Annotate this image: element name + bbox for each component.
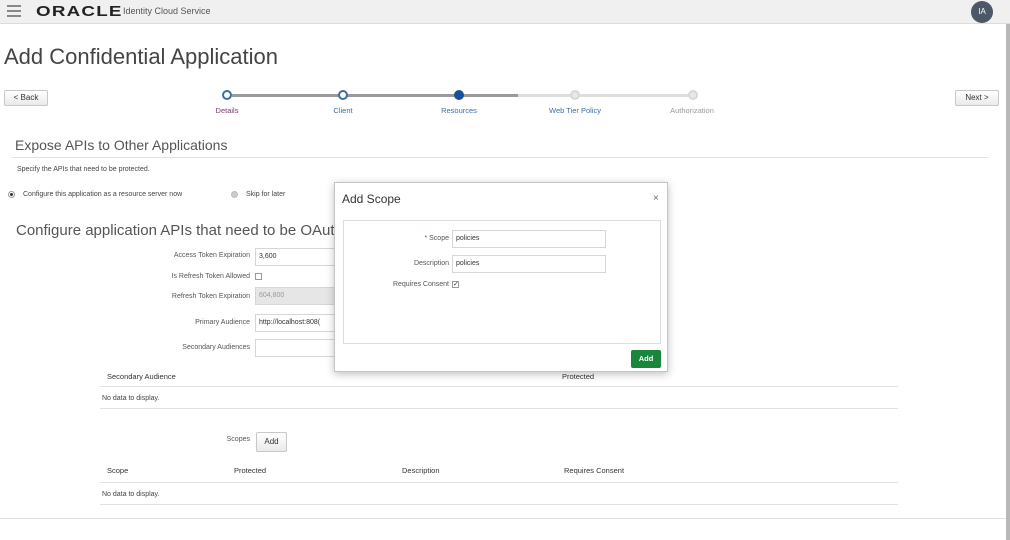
requires-consent-checkbox[interactable]: ✓ bbox=[452, 281, 459, 288]
scopes-empty: No data to display. bbox=[102, 491, 160, 498]
refresh-allowed-checkbox[interactable] bbox=[255, 273, 262, 280]
dialog-body: * Scope policies Description policies Re… bbox=[343, 220, 661, 344]
col-protected[interactable]: Protected bbox=[562, 372, 594, 381]
secondary-empty: No data to display. bbox=[102, 395, 160, 402]
refresh-expiration-label: Refresh Token Expiration bbox=[171, 293, 250, 300]
divider bbox=[12, 157, 988, 158]
col-secondary-audience[interactable]: Secondary Audience bbox=[107, 372, 176, 381]
scope-label: * Scope bbox=[364, 235, 449, 242]
access-token-label: Access Token Expiration bbox=[173, 252, 250, 259]
train-label-client[interactable]: Client bbox=[298, 106, 388, 115]
train-step-resources[interactable] bbox=[454, 90, 464, 100]
table-divider bbox=[100, 482, 898, 483]
expose-description: Specify the APIs that need to be protect… bbox=[17, 166, 150, 173]
col-requires-consent[interactable]: Requires Consent bbox=[564, 466, 624, 475]
secondary-audiences-input[interactable] bbox=[255, 339, 335, 357]
refresh-allowed-label: Is Refresh Token Allowed bbox=[171, 273, 250, 280]
train-line-future bbox=[518, 94, 698, 97]
skip-later-radio[interactable] bbox=[231, 191, 238, 198]
configure-now-radio[interactable] bbox=[8, 191, 15, 198]
table-divider bbox=[100, 504, 898, 505]
refresh-expiration-input: 604,800 bbox=[255, 287, 335, 305]
expose-title: Expose APIs to Other Applications bbox=[15, 137, 228, 153]
skip-later-label[interactable]: Skip for later bbox=[246, 191, 285, 198]
train-line-done bbox=[232, 94, 518, 97]
service-name: Identity Cloud Service bbox=[123, 6, 211, 16]
dialog-add-button[interactable]: Add bbox=[631, 350, 661, 368]
back-button[interactable]: < Back bbox=[4, 90, 48, 106]
train-label-details[interactable]: Details bbox=[182, 106, 272, 115]
description-input[interactable]: policies bbox=[452, 255, 606, 273]
train-step-client[interactable] bbox=[338, 90, 348, 100]
description-label: Description bbox=[413, 260, 449, 267]
primary-audience-input[interactable]: http://localhost:808( bbox=[255, 314, 335, 332]
user-avatar[interactable]: IA bbox=[971, 1, 993, 23]
oracle-logo: ORACLE bbox=[36, 3, 123, 20]
scope-input[interactable]: policies bbox=[452, 230, 606, 248]
menu-icon[interactable] bbox=[7, 5, 21, 17]
access-token-input[interactable]: 3,600 bbox=[255, 248, 335, 266]
scopes-label: Scopes bbox=[226, 436, 250, 443]
col-scope-protected[interactable]: Protected bbox=[234, 466, 266, 475]
table-divider bbox=[100, 408, 898, 409]
train-label-resources[interactable]: Resources bbox=[414, 106, 504, 115]
top-bar: ORACLE Identity Cloud Service IA bbox=[0, 0, 1010, 24]
page-title: Add Confidential Application bbox=[4, 44, 278, 69]
close-icon[interactable]: × bbox=[653, 193, 659, 204]
table-divider bbox=[100, 386, 898, 387]
configure-now-label[interactable]: Configure this application as a resource… bbox=[23, 191, 182, 198]
add-scope-dialog: Add Scope × * Scope policies Description… bbox=[334, 182, 668, 372]
train-step-details[interactable] bbox=[222, 90, 232, 100]
footer-divider bbox=[0, 518, 1006, 519]
train-step-authorization bbox=[688, 90, 698, 100]
col-scope[interactable]: Scope bbox=[107, 466, 128, 475]
train-step-web-tier-policy bbox=[570, 90, 580, 100]
dialog-title: Add Scope bbox=[342, 192, 401, 206]
primary-audience-label: Primary Audience bbox=[195, 319, 250, 326]
next-button[interactable]: Next > bbox=[955, 90, 999, 106]
train-label-web-tier-policy: Web Tier Policy bbox=[549, 106, 601, 115]
secondary-audiences-label: Secondary Audiences bbox=[182, 344, 250, 351]
scope-label-text: Scope bbox=[429, 235, 449, 242]
train-label-authorization: Authorization bbox=[670, 106, 714, 115]
configure-title: Configure application APIs that need to … bbox=[16, 222, 361, 239]
add-scope-button[interactable]: Add bbox=[256, 432, 287, 452]
requires-consent-label: Requires Consent bbox=[392, 281, 449, 288]
vertical-scrollbar[interactable] bbox=[1006, 24, 1010, 540]
col-description[interactable]: Description bbox=[402, 466, 440, 475]
